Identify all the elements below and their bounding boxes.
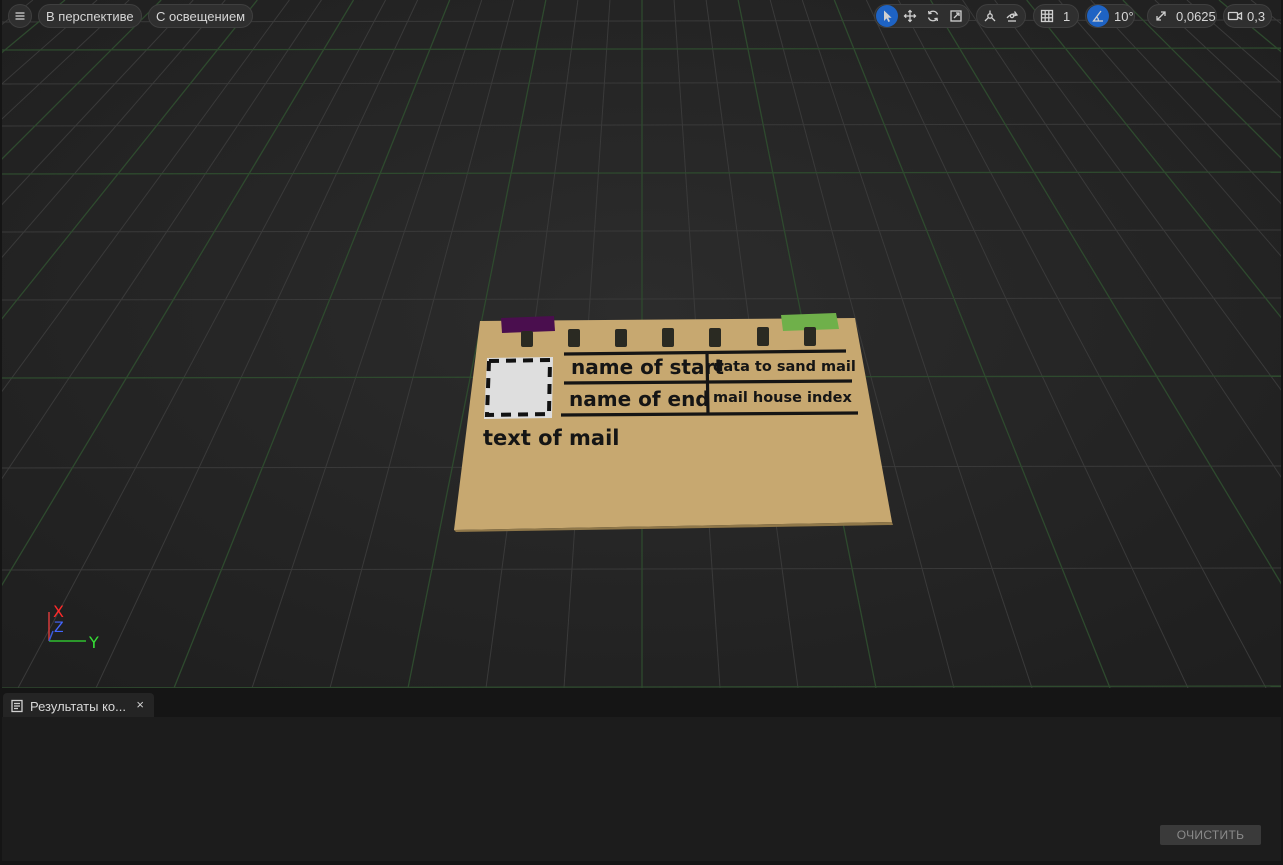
view-mode-button[interactable]: В перспективе <box>38 4 142 28</box>
surface-snap-icon <box>1006 11 1019 22</box>
tab-label: Результаты ко... <box>30 698 126 714</box>
axis-x-label: X <box>53 602 64 621</box>
scale-icon <box>950 10 962 22</box>
angle-snap-toggle[interactable] <box>1087 5 1109 27</box>
select-tool-button[interactable] <box>876 5 898 27</box>
clear-button[interactable]: ОЧИСТИТЬ <box>1160 825 1261 845</box>
scale-snap-value[interactable]: 0,0625 <box>1176 9 1216 24</box>
grid-snap-value[interactable]: 1 <box>1063 9 1070 24</box>
tab-compile-results[interactable]: Результаты ко... × <box>3 693 154 719</box>
scale-arrow-icon <box>1156 11 1166 21</box>
angle-snap-value[interactable]: 10° <box>1114 9 1134 24</box>
log-document-icon <box>11 699 23 713</box>
letter-line2-left: name of end <box>569 387 710 411</box>
select-arrow-icon <box>884 10 892 22</box>
letter-purple-tab <box>501 316 555 333</box>
scale-tool-button[interactable] <box>945 5 967 27</box>
lighting-mode-label: С освещением <box>156 8 246 24</box>
letter-line1-left: name of start <box>571 355 724 379</box>
scale-snap-toggle[interactable] <box>1150 5 1172 27</box>
close-icon[interactable]: × <box>136 697 144 712</box>
grid-snap-group[interactable]: 1 <box>1033 4 1079 28</box>
lighting-mode-button[interactable]: С освещением <box>148 4 254 28</box>
output-log-panel: Результаты ко... × ОЧИСТИТЬ <box>0 688 1283 865</box>
axis-gizmo: X Z Y <box>48 602 99 652</box>
angle-snap-group[interactable]: 10° <box>1085 4 1135 28</box>
surface-snap-button[interactable] <box>1001 5 1023 27</box>
world-space-button[interactable] <box>979 5 1001 27</box>
camera-speed-value[interactable]: 0,3 <box>1247 9 1265 24</box>
letter-line2-right: mail house index <box>713 390 853 406</box>
grid-icon <box>1040 9 1054 23</box>
scale-snap-group[interactable]: 0,0625 <box>1147 4 1217 28</box>
view-mode-label: В перспективе <box>46 8 134 24</box>
viewport-menu-button[interactable] <box>8 4 32 28</box>
hamburger-menu-icon <box>15 12 25 20</box>
rotate-tool-button[interactable] <box>922 5 944 27</box>
rotate-icon <box>927 10 939 22</box>
letter-body-text: text of mail <box>483 426 620 450</box>
angle-icon <box>1092 10 1103 22</box>
camera-speed-group[interactable]: 0,3 <box>1223 4 1272 28</box>
letter-line1-right: data to sand mail <box>713 359 856 375</box>
log-content-area[interactable] <box>2 717 1281 861</box>
transform-tools-group <box>874 4 970 28</box>
panel-tab-bar: Результаты ко... × <box>0 693 1283 719</box>
axis-y-label: Y <box>88 633 99 652</box>
globe-axes-icon <box>984 10 996 22</box>
move-tool-button[interactable] <box>899 5 921 27</box>
scene-3d[interactable]: name of start data to sand mail name of … <box>2 0 1281 688</box>
grid-snap-toggle[interactable] <box>1036 5 1058 27</box>
move-icon <box>903 9 917 23</box>
viewport[interactable]: name of start data to sand mail name of … <box>2 0 1281 688</box>
axis-z-label: Z <box>54 620 64 636</box>
coordinate-space-group <box>976 4 1026 28</box>
letter-stamp-box <box>484 357 553 419</box>
camera-icon <box>1227 11 1243 21</box>
letter-mesh[interactable]: name of start data to sand mail name of … <box>454 313 893 532</box>
